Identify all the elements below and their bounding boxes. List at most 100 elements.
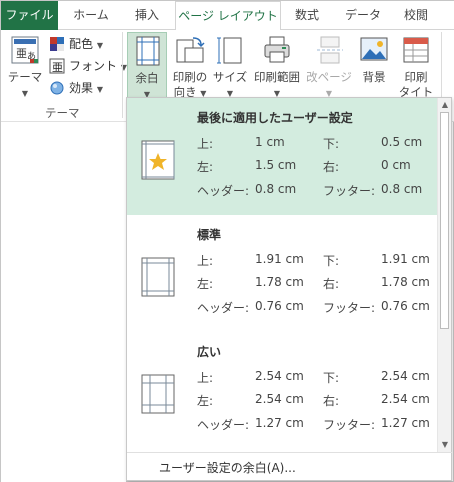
page-size-icon: [216, 35, 244, 65]
margins-label: 余白: [135, 71, 159, 85]
size-label: サイズ: [212, 70, 248, 84]
effects-button[interactable]: 効果 ▼: [49, 78, 119, 98]
scroll-down-icon[interactable]: ▼: [438, 438, 452, 452]
tab-page-layout[interactable]: ページ レイアウト: [175, 1, 281, 31]
fonts-icon: 亜: [49, 58, 65, 74]
printer-icon: [262, 35, 292, 65]
themes-icon: 亜 あ: [10, 35, 42, 67]
background-label: 背景: [362, 70, 386, 84]
custom-margins-button[interactable]: ユーザー設定の余白(A)...: [127, 452, 452, 481]
value-bottom: 0.5 cm: [381, 135, 423, 149]
palette-icon: [49, 36, 65, 52]
label-footer: フッター:: [323, 184, 376, 198]
excel-window: ファイル ホーム 挿入 ページ レイアウト 数式 データ 校閲 亜 あ テーマ …: [0, 0, 454, 482]
page-margins-star-icon: [141, 140, 175, 180]
ribbon-tab-bar: ファイル ホーム 挿入 ページ レイアウト 数式 データ 校閲: [1, 1, 454, 31]
value-footer: 1.27 cm: [381, 416, 430, 430]
label-header: ヘッダー:: [197, 301, 250, 315]
label-top: 上:: [197, 371, 214, 385]
worksheet-area: [1, 122, 126, 482]
print-titles-icon: [401, 35, 431, 65]
page-break-icon: [315, 35, 345, 65]
print-titles-label: 印刷: [404, 70, 428, 84]
custom-margins-label: ユーザー設定の余白(A)...: [159, 461, 296, 475]
tab-file[interactable]: ファイル: [1, 1, 58, 30]
value-footer: 0.76 cm: [381, 299, 430, 313]
value-top: 1.91 cm: [255, 252, 304, 266]
print-titles-button[interactable]: 印刷 タイトル: [395, 32, 437, 114]
label-left: 左:: [197, 394, 214, 408]
tab-review[interactable]: 校閲: [393, 1, 439, 30]
label-bottom: 下:: [323, 254, 340, 268]
svg-text:亜: 亜: [16, 47, 27, 60]
size-button[interactable]: サイズ ▼: [212, 32, 248, 100]
value-left: 1.78 cm: [255, 275, 304, 289]
page-margins-wide-icon: [141, 374, 175, 414]
label-bottom: 下:: [323, 137, 340, 151]
label-header: ヘッダー:: [197, 418, 250, 432]
option-title: 広い: [197, 345, 222, 359]
value-header: 0.8 cm: [255, 182, 297, 196]
label-footer: フッター:: [323, 418, 376, 432]
value-right: 1.78 cm: [381, 275, 430, 289]
fonts-label: フォント: [69, 59, 118, 73]
effects-label: 効果: [69, 81, 94, 95]
label-top: 上:: [197, 254, 214, 268]
margins-icon: [135, 36, 161, 66]
svg-text:亜: 亜: [52, 61, 63, 74]
colors-button[interactable]: 配色 ▼: [49, 34, 119, 54]
value-right: 2.54 cm: [381, 392, 430, 406]
scroll-up-icon[interactable]: ▲: [438, 98, 452, 112]
orientation-icon: [175, 35, 205, 65]
tab-formulas[interactable]: 数式: [284, 1, 330, 30]
breaks-button[interactable]: 改ページ ▼: [305, 32, 353, 100]
colors-label: 配色: [69, 37, 94, 51]
value-left: 2.54 cm: [255, 392, 304, 406]
themes-label: テーマ: [7, 70, 43, 84]
label-left: 左:: [197, 277, 214, 291]
chevron-down-icon: ▼: [21, 89, 29, 98]
value-header: 0.76 cm: [255, 299, 304, 313]
value-top: 2.54 cm: [255, 369, 304, 383]
scrollbar-thumb[interactable]: [440, 112, 449, 329]
margin-option-last-custom[interactable]: 最後に適用したユーザー設定 上: 1 cm 下: 0.5 cm 左: 1.5 c…: [127, 98, 437, 215]
tab-home[interactable]: ホーム: [63, 1, 119, 30]
option-title: 標準: [197, 228, 222, 242]
tab-data[interactable]: データ: [335, 1, 391, 30]
themes-button[interactable]: 亜 あ テーマ ▼: [5, 32, 45, 100]
value-footer: 0.8 cm: [381, 182, 423, 196]
value-left: 1.5 cm: [255, 158, 297, 172]
value-bottom: 1.91 cm: [381, 252, 430, 266]
label-right: 右:: [323, 277, 340, 291]
breaks-label: 改ページ: [306, 70, 352, 84]
print-area-label: 印刷範囲: [254, 70, 300, 84]
print-area-button[interactable]: 印刷範囲 ▼: [251, 32, 303, 100]
label-left: 左:: [197, 160, 214, 174]
label-footer: フッター:: [323, 301, 376, 315]
value-right: 0 cm: [381, 158, 411, 172]
value-top: 1 cm: [255, 135, 285, 149]
option-title: 最後に適用したユーザー設定: [197, 111, 353, 125]
label-top: 上:: [197, 137, 214, 151]
value-bottom: 2.54 cm: [381, 369, 430, 383]
margins-button[interactable]: 余白 ▼: [127, 32, 167, 100]
tab-insert[interactable]: 挿入: [123, 1, 171, 30]
effects-icon: [49, 80, 65, 96]
group-label-theme: テーマ: [45, 106, 80, 120]
margin-option-normal[interactable]: 標準 上: 1.91 cm 下: 1.91 cm 左: 1.78 cm 右: 1…: [127, 215, 437, 332]
label-right: 右:: [323, 394, 340, 408]
background-button[interactable]: 背景: [355, 32, 393, 100]
orientation-button[interactable]: 印刷の 向き ▼: [169, 32, 211, 100]
group-divider: [122, 32, 123, 118]
margins-dropdown: 最後に適用したユーザー設定 上: 1 cm 下: 0.5 cm 左: 1.5 c…: [126, 97, 452, 481]
page-margins-normal-icon: [141, 257, 175, 297]
orientation-label: 印刷の: [172, 70, 208, 84]
margin-option-wide[interactable]: 広い 上: 2.54 cm 下: 2.54 cm 左: 2.54 cm 右: 2…: [127, 332, 437, 449]
value-header: 1.27 cm: [255, 416, 304, 430]
label-header: ヘッダー:: [197, 184, 250, 198]
background-image-icon: [359, 35, 389, 65]
fonts-button[interactable]: 亜 フォント ▼: [49, 56, 127, 76]
gallery-scrollbar[interactable]: ▲ ▼: [437, 98, 451, 452]
label-bottom: 下:: [323, 371, 340, 385]
label-right: 右:: [323, 160, 340, 174]
